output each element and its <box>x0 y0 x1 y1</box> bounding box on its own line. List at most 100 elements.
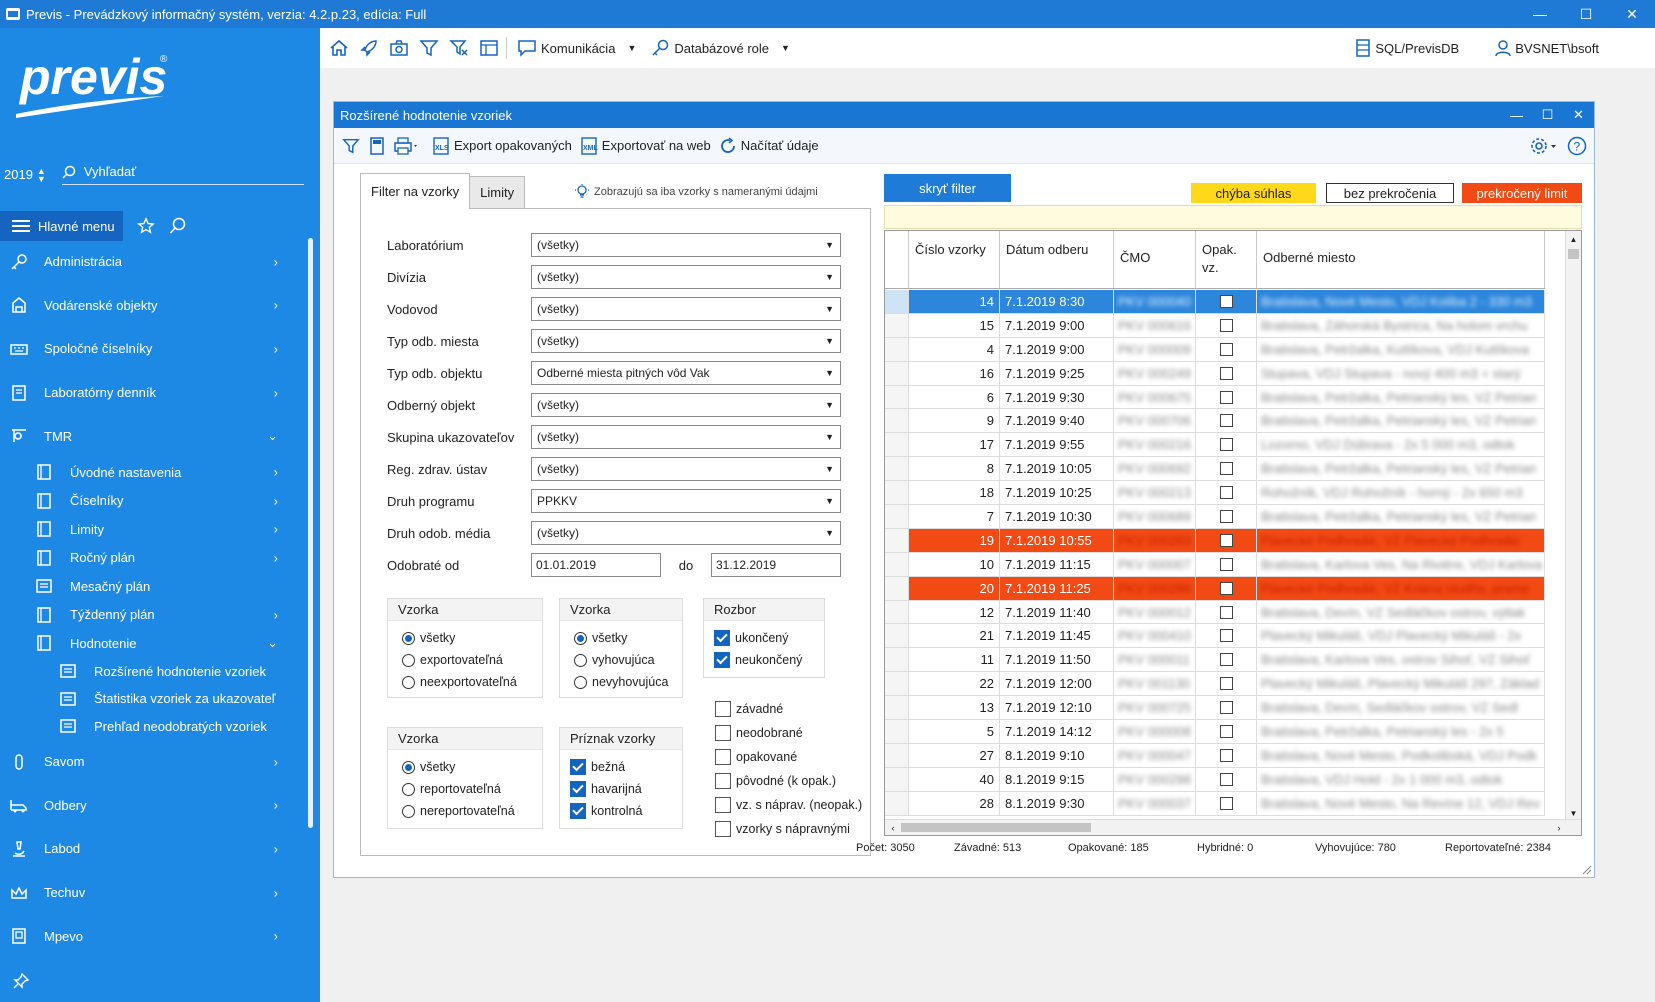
row-indicator[interactable] <box>885 696 909 720</box>
tab-limits[interactable]: Limity <box>469 176 526 208</box>
nav-mpevo[interactable]: Mpevo › <box>0 914 306 958</box>
druh-odob-media-combo[interactable]: (všetky) ▼ <box>531 521 841 545</box>
cell-cmo[interactable]: PKV 000009 <box>1114 337 1196 361</box>
radio-vsetky[interactable]: všetky <box>560 627 682 649</box>
help-icon[interactable]: ? <box>1564 136 1590 156</box>
row-indicator[interactable] <box>885 624 909 648</box>
checkbox[interactable] <box>715 821 731 837</box>
table-row[interactable]: 22 7.1.2019 12:00 PKV 001130 Plavecký Mikul… <box>885 672 1545 697</box>
nav-hodnotenie[interactable]: Hodnotenie ⌄ <box>0 629 306 658</box>
repeated-checkbox[interactable] <box>1219 605 1233 619</box>
cell-place[interactable]: Bratislava, Nové Mesto, Podkolibská, VDJ… <box>1257 743 1545 767</box>
radio-exportovatelna[interactable]: exportovateľná <box>388 649 542 671</box>
cell-repeated[interactable] <box>1196 361 1257 385</box>
cell-sample-number[interactable]: 17 <box>909 433 1000 457</box>
scroll-thumb[interactable] <box>1568 249 1579 259</box>
cell-repeated[interactable] <box>1196 720 1257 743</box>
cell-sample-number[interactable]: 28 <box>909 791 1000 815</box>
cell-repeated[interactable] <box>1196 648 1257 672</box>
cell-sample-number[interactable]: 6 <box>909 385 1000 409</box>
table-row[interactable]: 19 7.1.2019 10:55 PKV 000283 Plavecké Podhr… <box>885 528 1545 553</box>
radio-vsetky[interactable]: všetky <box>388 756 542 778</box>
print-icon[interactable] <box>390 136 424 155</box>
cell-place[interactable]: Bratislava, VDJ Hold - 2x 1 000 m3, odto… <box>1257 767 1545 791</box>
cell-place[interactable]: Bratislava, Nové Mesto, Na Revíne 12, VD… <box>1257 791 1545 815</box>
cell-repeated[interactable] <box>1196 791 1257 815</box>
table-row[interactable]: 11 7.1.2019 11:50 PKV 000011 Bratislava, Ka… <box>885 648 1545 673</box>
cell-sample-number[interactable]: 40 <box>909 767 1000 791</box>
search-icon[interactable] <box>169 217 187 235</box>
cell-sample-number[interactable]: 22 <box>909 672 1000 696</box>
cell-repeated[interactable] <box>1196 743 1257 767</box>
cell-place[interactable]: Bratislava, Petržalka, Petrianský les, V… <box>1257 409 1545 433</box>
search-input[interactable]: Vyhľadať <box>61 164 304 185</box>
repeated-checkbox[interactable] <box>1219 581 1233 595</box>
cell-place[interactable]: Bratislava, Petržalka, Petrianský les - … <box>1257 720 1545 743</box>
check-vz-s-naprav[interactable]: vz. s náprav. (neopak.) <box>715 797 862 813</box>
table-row[interactable]: 17 7.1.2019 9:55 PKV 000216 Lozorno, VDJ Dú… <box>885 433 1545 458</box>
scroll-right-icon[interactable]: › <box>1551 820 1567 835</box>
cell-cmo[interactable]: PKV 000008 <box>1114 720 1196 743</box>
table-row[interactable]: 16 7.1.2019 9:25 PKV 000249 Stupava, VDJ St… <box>885 361 1545 386</box>
cell-cmo[interactable]: PKV 000047 <box>1114 743 1196 767</box>
close-button[interactable]: ✕ <box>1609 0 1655 28</box>
row-indicator[interactable] <box>885 672 909 696</box>
table-row[interactable]: 5 7.1.2019 14:12 PKV 000008 Bratislava, Pet… <box>885 720 1545 744</box>
cell-sample-number[interactable]: 10 <box>909 552 1000 576</box>
table-row[interactable]: 28 8.1.2019 9:30 PKV 000037 Bratislava, Nov… <box>885 791 1545 816</box>
cell-date[interactable]: 7.1.2019 9:40 <box>1000 409 1114 433</box>
database-indicator[interactable]: SQL/PrevisDB <box>1355 39 1459 57</box>
checkbox[interactable] <box>570 759 586 775</box>
repeated-checkbox[interactable] <box>1219 438 1233 452</box>
row-indicator[interactable] <box>885 337 909 361</box>
reg-zdrav-ustav-combo[interactable]: (všetky) ▼ <box>531 457 841 481</box>
tab-filter[interactable]: Filter na vzorky <box>360 173 471 209</box>
row-indicator[interactable] <box>885 409 909 433</box>
camera-icon[interactable] <box>384 38 414 58</box>
repeated-checkbox[interactable] <box>1219 318 1233 332</box>
nav-vodarenske-objekty[interactable]: Vodárenské objekty › <box>0 284 306 328</box>
nav-uvodne-nastavenia[interactable]: Úvodné nastavenia › <box>0 458 306 487</box>
scroll-left-icon[interactable]: ‹ <box>885 820 901 835</box>
radio-reportovatelna[interactable]: reportovateľná <box>388 778 542 800</box>
cell-place[interactable]: Bratislava, Petržalka, Kutlíkova, VDJ Ku… <box>1257 337 1545 361</box>
checkbox[interactable] <box>715 773 731 789</box>
repeated-checkbox[interactable] <box>1219 724 1233 738</box>
cell-sample-number[interactable]: 13 <box>909 696 1000 720</box>
table-row[interactable]: 15 7.1.2019 9:00 PKV 000616 Bratislava, Záh… <box>885 313 1545 338</box>
row-indicator[interactable] <box>885 361 909 385</box>
repeated-checkbox[interactable] <box>1219 414 1233 428</box>
column-header-cmo[interactable]: ČMO <box>1114 231 1196 288</box>
radio-button[interactable] <box>402 782 415 796</box>
repeated-checkbox[interactable] <box>1219 796 1233 810</box>
cell-date[interactable]: 7.1.2019 10:25 <box>1000 481 1114 505</box>
row-indicator[interactable] <box>885 433 909 457</box>
user-indicator[interactable]: BVSNET\bsoft <box>1495 39 1599 57</box>
table-row[interactable]: 14 7.1.2019 8:30 PKV 000040 Bratislava, Nov… <box>885 290 1545 314</box>
row-indicator[interactable] <box>885 505 909 528</box>
column-header-repeated[interactable]: Opak. vz. <box>1196 231 1257 288</box>
cell-sample-number[interactable]: 19 <box>909 528 1000 552</box>
cell-sample-number[interactable]: 8 <box>909 457 1000 481</box>
star-icon[interactable] <box>136 217 155 235</box>
cell-sample-number[interactable]: 21 <box>909 624 1000 648</box>
cell-repeated[interactable] <box>1196 767 1257 791</box>
export-repeated-button[interactable]: XLS Export opakovaných <box>432 136 572 155</box>
cell-place[interactable]: Bratislava, Záhorská Bystrica, Na holom … <box>1257 313 1545 337</box>
cell-repeated[interactable] <box>1196 600 1257 624</box>
check-neodobrane[interactable]: neodobrané <box>715 725 803 741</box>
cell-sample-number[interactable]: 5 <box>909 720 1000 743</box>
radio-button[interactable] <box>402 804 415 818</box>
row-indicator[interactable] <box>885 767 909 791</box>
cell-repeated[interactable] <box>1196 505 1257 528</box>
checkbox[interactable] <box>570 781 586 797</box>
radio-vyhovujuca[interactable]: vyhovujúca <box>560 649 682 671</box>
cell-repeated[interactable] <box>1196 672 1257 696</box>
nav-tmr[interactable]: TMR ⌄ <box>0 414 306 458</box>
grid-horizontal-scrollbar[interactable]: ‹ › <box>885 819 1581 835</box>
row-indicator[interactable] <box>885 743 909 767</box>
column-header-sample-number[interactable]: Číslo vzorky <box>909 231 1000 288</box>
cell-cmo[interactable]: PKV 000675 <box>1114 385 1196 409</box>
repeated-checkbox[interactable] <box>1219 342 1233 356</box>
repeated-checkbox[interactable] <box>1219 557 1233 571</box>
